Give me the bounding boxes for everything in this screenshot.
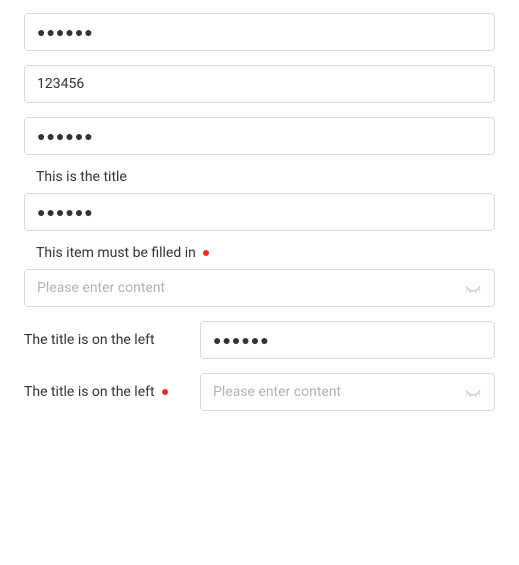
required-indicator bbox=[162, 389, 168, 395]
password-field-6: The title is on the left ●●●●●● bbox=[24, 321, 495, 359]
field-5-label: This item must be filled in bbox=[24, 245, 495, 269]
password-mask: ●●●●●● bbox=[213, 333, 482, 347]
password-field-3: ●●●●●● bbox=[24, 117, 495, 155]
password-field-1: ●●●●●● bbox=[24, 13, 495, 51]
password-input-5[interactable] bbox=[37, 270, 456, 306]
field-7-label: The title is on the left bbox=[24, 384, 200, 400]
text-input-2-wrap[interactable] bbox=[24, 65, 495, 103]
password-input-4-wrap[interactable]: ●●●●●● bbox=[24, 193, 495, 231]
eye-closed-icon[interactable] bbox=[464, 279, 482, 297]
field-6-label: The title is on the left bbox=[24, 332, 200, 348]
password-field-4: This is the title ●●●●●● bbox=[24, 169, 495, 231]
required-indicator bbox=[203, 250, 209, 256]
password-input-7[interactable] bbox=[213, 374, 456, 410]
password-field-5: This item must be filled in bbox=[24, 245, 495, 307]
password-input-7-wrap[interactable] bbox=[200, 373, 495, 411]
text-field-2 bbox=[24, 65, 495, 103]
password-mask: ●●●●●● bbox=[37, 129, 482, 143]
password-input-6-wrap[interactable]: ●●●●●● bbox=[200, 321, 495, 359]
eye-closed-icon[interactable] bbox=[464, 383, 482, 401]
password-input-1-wrap[interactable]: ●●●●●● bbox=[24, 13, 495, 51]
text-input-2[interactable] bbox=[37, 66, 482, 102]
password-input-5-wrap[interactable] bbox=[24, 269, 495, 307]
field-5-label-text: This item must be filled in bbox=[36, 245, 196, 261]
password-input-3-wrap[interactable]: ●●●●●● bbox=[24, 117, 495, 155]
password-field-7: The title is on the left bbox=[24, 373, 495, 411]
field-4-label: This is the title bbox=[24, 169, 495, 193]
password-mask: ●●●●●● bbox=[37, 205, 482, 219]
field-7-label-text: The title is on the left bbox=[24, 384, 155, 400]
password-mask: ●●●●●● bbox=[37, 25, 482, 39]
